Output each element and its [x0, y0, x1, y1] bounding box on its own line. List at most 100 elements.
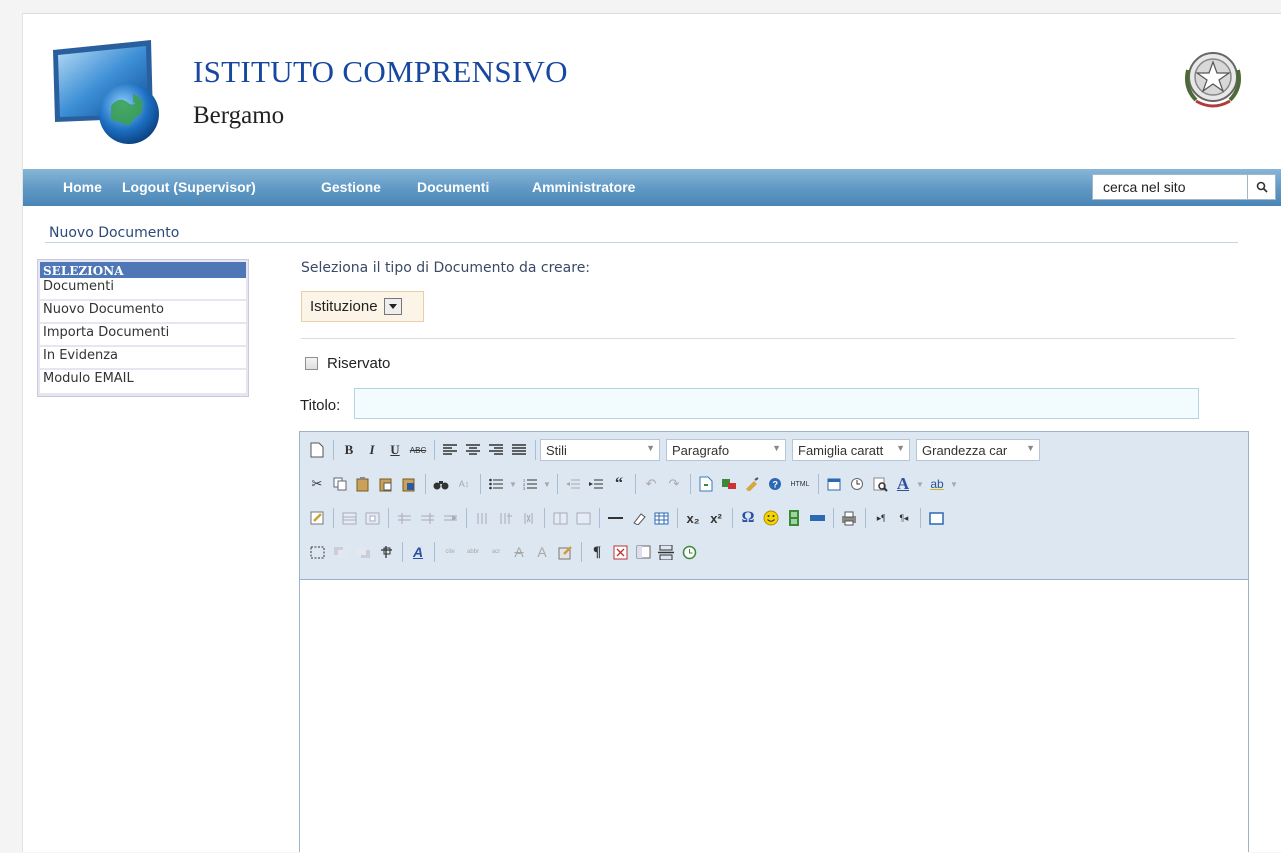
nav-documenti[interactable]: Documenti	[417, 179, 489, 195]
rtl-icon[interactable]: ¶◂	[893, 507, 915, 529]
split-cells-icon[interactable]	[549, 507, 571, 529]
riservato-checkbox[interactable]	[305, 357, 318, 370]
remove-format-icon[interactable]	[627, 507, 649, 529]
print-icon[interactable]	[838, 507, 860, 529]
chevron-down-icon[interactable]: ▼	[542, 473, 552, 495]
ins-icon[interactable]: A	[531, 541, 553, 563]
align-left-icon[interactable]	[439, 439, 461, 461]
merge-cells-icon[interactable]	[572, 507, 594, 529]
nav-gestione[interactable]: Gestione	[321, 179, 381, 195]
subscript-button[interactable]: x₂	[682, 507, 704, 529]
emoticon-icon[interactable]	[760, 507, 782, 529]
html-source-button[interactable]: HTML	[787, 473, 813, 495]
search-input[interactable]: cerca nel sito	[1092, 174, 1248, 200]
superscript-button[interactable]: x²	[705, 507, 727, 529]
insert-col-before-icon[interactable]	[471, 507, 493, 529]
help-icon[interactable]: ?	[764, 473, 786, 495]
align-center-icon[interactable]	[462, 439, 484, 461]
media-icon[interactable]	[783, 507, 805, 529]
strikethrough-button[interactable]: ABC	[407, 439, 429, 461]
indent-icon[interactable]	[585, 473, 607, 495]
undo-icon[interactable]: ↶	[640, 473, 662, 495]
copy-icon[interactable]	[329, 473, 351, 495]
styles-dropdown[interactable]: Stili ▼	[540, 439, 660, 461]
delete-col-icon[interactable]	[517, 507, 539, 529]
sidebar-item-documenti[interactable]: Documenti	[40, 278, 246, 301]
bold-button[interactable]: B	[338, 439, 360, 461]
nav-amministratore[interactable]: Amministratore	[532, 179, 635, 195]
insert-date-icon[interactable]	[823, 473, 845, 495]
new-document-icon[interactable]	[306, 439, 328, 461]
insert-col-after-icon[interactable]	[494, 507, 516, 529]
attributes-icon[interactable]	[554, 541, 576, 563]
sidebar-header: SELEZIONA	[40, 262, 246, 278]
cite-icon[interactable]: cite	[439, 541, 461, 563]
insert-row-after-icon[interactable]	[416, 507, 438, 529]
cleanup-icon[interactable]	[741, 473, 763, 495]
chevron-down-icon[interactable]: ▼	[949, 473, 959, 495]
delete-row-icon[interactable]	[439, 507, 461, 529]
preview-icon[interactable]	[869, 473, 891, 495]
paste-icon[interactable]	[352, 473, 374, 495]
ltr-icon[interactable]: ▸¶	[870, 507, 892, 529]
numbered-list-icon[interactable]: 123	[519, 473, 541, 495]
styleprops-icon[interactable]: A	[407, 541, 429, 563]
sidebar-item-in-evidenza[interactable]: In Evidenza	[40, 347, 246, 370]
link-icon[interactable]	[695, 473, 717, 495]
redo-icon[interactable]: ↷	[663, 473, 685, 495]
align-justify-icon[interactable]	[508, 439, 530, 461]
move-forward-icon[interactable]	[329, 541, 351, 563]
highlight-color-button[interactable]: ab	[926, 473, 948, 495]
outdent-icon[interactable]	[562, 473, 584, 495]
font-family-dropdown[interactable]: Famiglia caratt ▼	[792, 439, 910, 461]
sidebar-item-nuovo-documento[interactable]: Nuovo Documento	[40, 301, 246, 324]
table-row-props-icon[interactable]	[338, 507, 360, 529]
insert-table-icon[interactable]	[650, 507, 672, 529]
acronym-icon[interactable]: acr	[485, 541, 507, 563]
page-break-line-icon[interactable]	[655, 541, 677, 563]
replace-icon[interactable]: A↕	[453, 473, 475, 495]
chevron-down-icon[interactable]: ▼	[508, 473, 518, 495]
move-backward-icon[interactable]	[352, 541, 374, 563]
nav-logout[interactable]: Logout (Supervisor)	[122, 179, 256, 195]
template-icon[interactable]	[632, 541, 654, 563]
unlink-icon[interactable]	[718, 473, 740, 495]
blockquote-icon[interactable]: “	[608, 473, 630, 495]
font-color-button[interactable]: A	[892, 473, 914, 495]
abbr-icon[interactable]: abbr	[462, 541, 484, 563]
insert-row-before-icon[interactable]	[393, 507, 415, 529]
special-char-button[interactable]: Ω	[737, 507, 759, 529]
underline-button[interactable]: U	[384, 439, 406, 461]
font-size-dropdown[interactable]: Grandezza car ▼	[916, 439, 1040, 461]
insert-layer-icon[interactable]	[306, 541, 328, 563]
title-input[interactable]	[354, 388, 1199, 419]
visual-chars-button[interactable]: ¶	[586, 541, 608, 563]
table-cell-props-icon[interactable]	[361, 507, 383, 529]
bullet-list-icon[interactable]	[485, 473, 507, 495]
page-break-icon[interactable]	[806, 507, 828, 529]
format-dropdown[interactable]: Paragrafo ▼	[666, 439, 786, 461]
fullscreen-icon[interactable]	[925, 507, 947, 529]
document-type-select[interactable]: Istituzione	[301, 291, 424, 322]
main-navbar: Home Logout (Supervisor) Gestione Docume…	[23, 169, 1281, 206]
nav-home[interactable]: Home	[63, 179, 102, 195]
find-icon[interactable]	[430, 473, 452, 495]
search-button[interactable]	[1248, 174, 1276, 200]
align-right-icon[interactable]	[485, 439, 507, 461]
absolute-position-icon[interactable]	[375, 541, 397, 563]
paste-word-icon[interactable]	[398, 473, 420, 495]
sidebar-item-modulo-email[interactable]: Modulo EMAIL	[40, 370, 246, 393]
del-icon[interactable]: A	[508, 541, 530, 563]
edit-css-icon[interactable]	[306, 507, 328, 529]
nonbreaking-icon[interactable]	[609, 541, 631, 563]
editor-content-area[interactable]	[300, 580, 1248, 853]
cut-icon[interactable]: ✂	[306, 473, 328, 495]
sidebar-item-importa-documenti[interactable]: Importa Documenti	[40, 324, 246, 347]
chevron-down-icon[interactable]: ▼	[915, 473, 925, 495]
insert-time-icon[interactable]	[846, 473, 868, 495]
paste-text-icon[interactable]	[375, 473, 397, 495]
restore-draft-icon[interactable]	[678, 541, 700, 563]
chevron-down-icon[interactable]	[383, 298, 402, 315]
horizontal-rule-icon[interactable]	[604, 507, 626, 529]
italic-button[interactable]: I	[361, 439, 383, 461]
